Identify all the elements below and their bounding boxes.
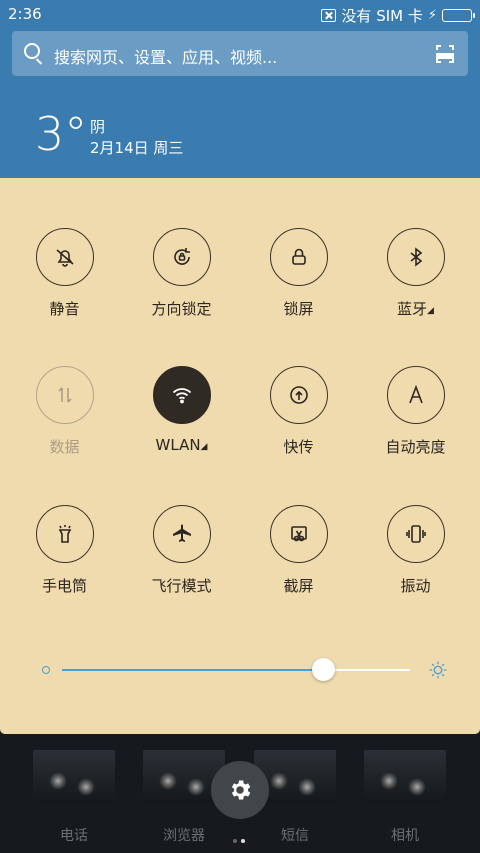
gear-icon bbox=[231, 780, 251, 800]
bluetooth-icon bbox=[386, 228, 445, 286]
page-indicator bbox=[233, 828, 249, 847]
search-bar[interactable]: 搜索网页、设置、应用、视频... bbox=[12, 31, 468, 76]
toggle-wlan[interactable]: WLAN◢ bbox=[123, 366, 240, 454]
toggle-label: WLAN◢ bbox=[155, 436, 208, 454]
screenshot-icon bbox=[269, 505, 328, 563]
date-text: 2月14日 周三 bbox=[90, 139, 184, 157]
app-icon bbox=[33, 750, 115, 804]
sim-status-text: 没有 SIM 卡 bbox=[341, 7, 423, 25]
page-dot bbox=[233, 839, 237, 843]
lock-icon bbox=[269, 228, 328, 286]
toggle-bluetooth[interactable]: 蓝牙◢ bbox=[357, 228, 474, 319]
slider-fill bbox=[62, 669, 323, 671]
toggle-lock-screen[interactable]: 锁屏 bbox=[240, 228, 357, 319]
flashlight-icon bbox=[35, 505, 94, 563]
toggle-flashlight[interactable]: 手电筒 bbox=[6, 505, 123, 596]
toggle-label: 方向锁定 bbox=[151, 300, 212, 318]
airplane-icon bbox=[152, 505, 211, 563]
rotation-lock-icon bbox=[152, 228, 211, 286]
app-label: 相机 bbox=[391, 828, 419, 844]
slider-thumb[interactable] bbox=[311, 658, 335, 681]
toggle-airplane-mode[interactable]: 飞行模式 bbox=[123, 505, 240, 596]
brightness-high-icon bbox=[429, 661, 447, 679]
toggle-label: 振动 bbox=[400, 577, 431, 595]
toggle-mobile-data[interactable]: 数据 bbox=[6, 366, 123, 457]
status-bar: 2:36 没有 SIM 卡 ⚡ bbox=[0, 0, 480, 28]
app-label: 浏览器 bbox=[163, 828, 205, 844]
vibrate-icon bbox=[386, 505, 445, 563]
dock-app-camera[interactable]: 相机 bbox=[364, 750, 446, 845]
toggle-label: 截屏 bbox=[283, 577, 314, 595]
toggle-rotation-lock[interactable]: 方向锁定 bbox=[123, 228, 240, 319]
clock: 2:36 bbox=[8, 5, 42, 23]
toggle-auto-brightness[interactable]: 自动亮度 bbox=[357, 366, 474, 457]
auto-brightness-icon bbox=[386, 366, 445, 424]
settings-button[interactable] bbox=[211, 761, 269, 819]
header-area: 2:36 没有 SIM 卡 ⚡ 搜索网页、设置、应用、视频... 3° 阴 2月… bbox=[0, 0, 480, 178]
data-arrows-icon bbox=[35, 366, 94, 424]
app-label: 短信 bbox=[281, 828, 309, 844]
toggle-silent[interactable]: 静音 bbox=[6, 228, 123, 319]
app-label: 电话 bbox=[60, 828, 88, 844]
toggle-label: 数据 bbox=[49, 438, 80, 456]
search-icon bbox=[24, 43, 40, 59]
search-placeholder: 搜索网页、设置、应用、视频... bbox=[54, 48, 278, 67]
toggle-screenshot[interactable]: 截屏 bbox=[240, 505, 357, 596]
no-sim-icon bbox=[321, 9, 337, 22]
quick-settings-panel: 静音 方向锁定 锁屏 蓝牙◢ 数据 WLAN◢ 快传 自动亮度 手电筒 飞行模式… bbox=[0, 178, 480, 734]
toggle-quick-transfer[interactable]: 快传 bbox=[240, 366, 357, 457]
weather-condition: 阴 bbox=[90, 118, 106, 136]
scan-icon[interactable] bbox=[436, 45, 454, 63]
toggle-label: 锁屏 bbox=[283, 300, 314, 318]
toggle-label: 静音 bbox=[49, 300, 80, 318]
charging-icon: ⚡ bbox=[427, 8, 437, 23]
app-icon bbox=[364, 750, 446, 804]
dock-app-phone[interactable]: 电话 bbox=[33, 750, 115, 845]
brightness-low-icon bbox=[42, 666, 50, 674]
toggle-label: 手电筒 bbox=[41, 577, 87, 595]
toggle-vibrate[interactable]: 振动 bbox=[357, 505, 474, 596]
battery-icon bbox=[442, 9, 475, 22]
page-dot-active bbox=[241, 839, 245, 843]
toggle-label: 飞行模式 bbox=[151, 577, 212, 595]
upload-icon bbox=[269, 366, 328, 424]
temperature: 3° bbox=[35, 107, 88, 161]
wifi-icon bbox=[152, 366, 211, 424]
toggle-label: 自动亮度 bbox=[385, 438, 446, 456]
brightness-slider[interactable] bbox=[40, 658, 450, 682]
bell-off-icon bbox=[35, 228, 94, 286]
toggle-label: 蓝牙◢ bbox=[397, 300, 434, 318]
toggle-label: 快传 bbox=[283, 438, 314, 456]
